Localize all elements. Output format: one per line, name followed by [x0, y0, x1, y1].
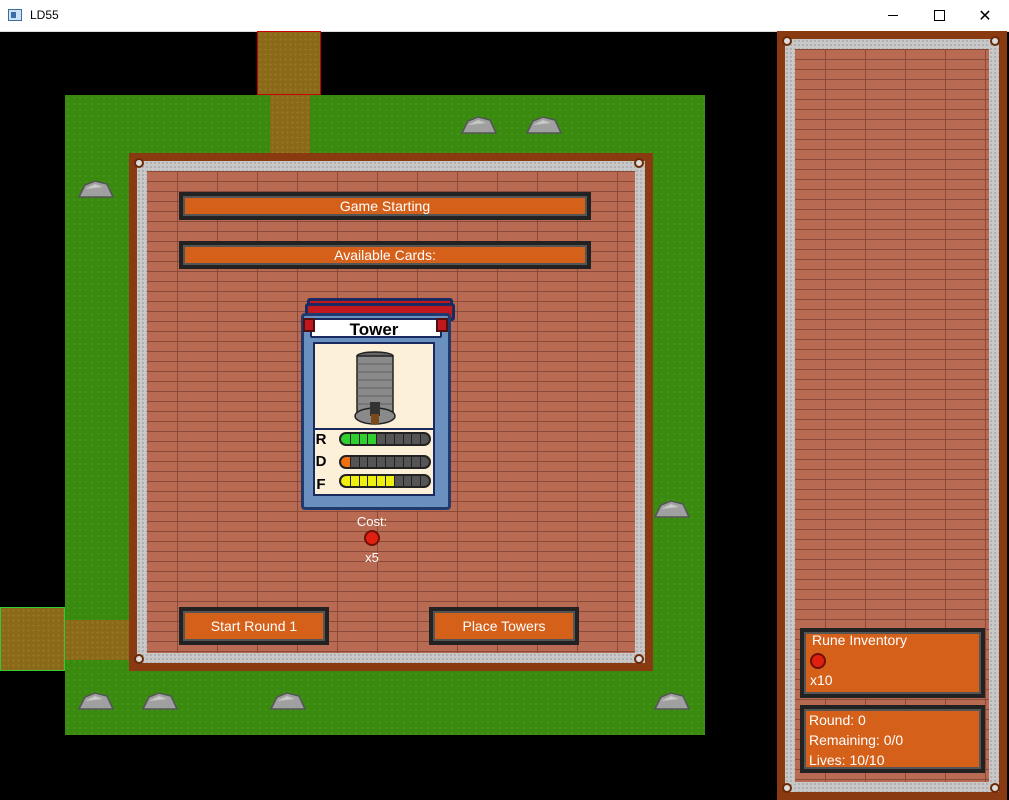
stat-bar-segment	[358, 476, 360, 486]
sidebar-rail-right	[989, 39, 999, 792]
minimize-icon	[888, 15, 898, 16]
card-corner-gem	[436, 318, 448, 332]
enemy-path-top	[270, 95, 310, 157]
maximize-button[interactable]	[916, 0, 962, 31]
stat-bar-segment	[385, 434, 386, 444]
stat-bar-segment	[420, 434, 422, 444]
stat-fire-rate-bar	[339, 474, 431, 488]
rock-icon	[653, 500, 691, 518]
stat-bar-segment	[402, 457, 404, 467]
bolt-icon	[990, 783, 1000, 793]
bolt-icon	[634, 158, 644, 168]
stat-bar-segment	[367, 476, 369, 486]
stat-damage-fill	[341, 457, 350, 467]
card-cost-quantity: x5	[365, 550, 379, 565]
stat-bar-segment	[358, 457, 360, 467]
dialog-rail-right	[635, 161, 645, 663]
sidebar-rail-bottom	[785, 782, 999, 792]
lives-counter: Lives: 10/10	[809, 752, 885, 768]
close-icon: ✕	[978, 7, 992, 25]
enemies-remaining: Remaining: 0/0	[809, 732, 904, 748]
close-button[interactable]: ✕	[962, 0, 1008, 31]
stat-bar-segment	[393, 457, 395, 467]
maximize-icon	[933, 10, 945, 21]
enemy-path-left	[65, 620, 135, 660]
stat-bar-segment	[376, 476, 378, 486]
bolt-icon	[134, 654, 144, 664]
rock-icon	[653, 692, 691, 710]
dialog-rail-top	[137, 161, 645, 171]
tower-icon	[354, 351, 396, 425]
bolt-icon	[782, 783, 792, 793]
start-round-button[interactable]: Start Round 1	[179, 607, 329, 645]
stat-damage-bar	[339, 455, 431, 469]
available-cards-heading: Available Cards:	[179, 241, 591, 269]
stat-bar-segment	[367, 457, 369, 467]
stat-bar-segment	[349, 434, 351, 444]
game-status-banner: Game Starting	[179, 192, 591, 220]
stat-bar-segment	[393, 476, 395, 486]
app-icon	[8, 9, 22, 21]
goal-tile	[0, 607, 65, 671]
card-art	[313, 342, 435, 430]
card-title: Tower	[349, 320, 399, 339]
stat-range-label: R	[315, 431, 327, 448]
place-towers-button[interactable]: Place Towers	[429, 607, 579, 645]
stat-bar-segment	[349, 476, 351, 486]
dialog-rail-left	[137, 161, 147, 663]
stat-bar-segment	[420, 457, 422, 467]
sidebar-rail-top	[785, 39, 999, 49]
bolt-icon	[634, 654, 644, 664]
window-titlebar: LD55 ✕	[0, 0, 1009, 32]
stat-bar-segment	[349, 457, 351, 467]
enemy-spawn-tile	[257, 31, 321, 95]
stat-bar-segment	[358, 434, 360, 444]
rock-icon	[77, 180, 115, 198]
rock-icon	[525, 116, 563, 134]
stat-bar-segment	[393, 434, 395, 444]
stat-bar-segment	[376, 457, 378, 467]
rune-inventory-quantity: x10	[810, 672, 833, 688]
sidebar-rail-left	[785, 39, 795, 792]
stat-damage-label: D	[315, 453, 327, 470]
stat-range-bar	[339, 432, 431, 446]
stat-bar-segment	[385, 457, 386, 467]
stat-bar-segment	[411, 476, 413, 486]
card-cost-label: Cost:	[356, 514, 388, 529]
stat-bar-segment	[385, 476, 386, 486]
rock-icon	[269, 692, 307, 710]
window-title: LD55	[30, 8, 59, 22]
stat-bar-segment	[367, 434, 369, 444]
rock-icon	[77, 692, 115, 710]
round-counter: Round: 0	[809, 712, 866, 728]
rock-icon	[460, 116, 498, 134]
bolt-icon	[782, 36, 792, 46]
stat-fire-rate-label: F	[316, 476, 326, 493]
stat-bar-segment	[411, 434, 413, 444]
stat-bar-segment	[402, 434, 404, 444]
stat-bar-segment	[420, 476, 422, 486]
rune-inventory-title: Rune Inventory	[812, 632, 907, 648]
dialog-rail-bottom	[137, 653, 645, 663]
rune-icon	[810, 653, 826, 669]
bolt-icon	[990, 36, 1000, 46]
stat-bar-segment	[376, 434, 378, 444]
card-corner-gem	[303, 318, 315, 332]
minimize-button[interactable]	[870, 0, 916, 31]
bolt-icon	[134, 158, 144, 168]
rock-icon	[141, 692, 179, 710]
stat-bar-segment	[402, 476, 404, 486]
rune-icon	[364, 530, 380, 546]
stat-bar-segment	[411, 457, 413, 467]
